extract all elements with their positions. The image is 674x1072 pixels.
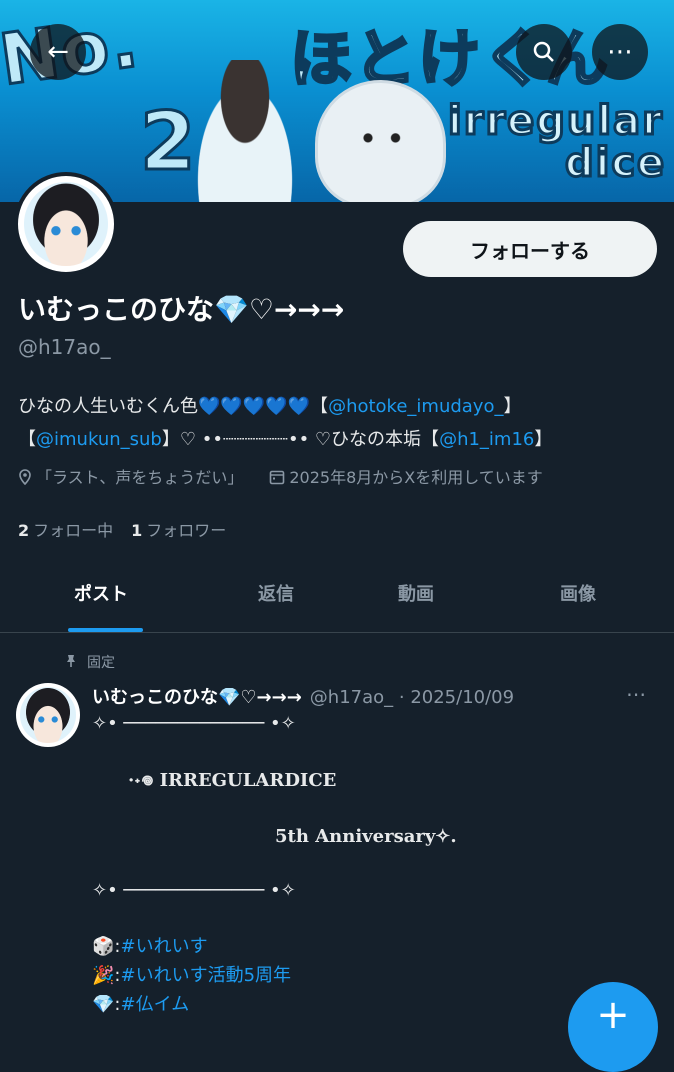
- banner-cat-illustration: [315, 80, 446, 202]
- location-text: 「ラスト、声をちょうだい」: [36, 468, 244, 487]
- more-options-button[interactable]: ⋯: [592, 24, 648, 80]
- location-pin-icon: [19, 469, 31, 486]
- pinned-label: 固定: [65, 652, 115, 672]
- pinned-text: 固定: [87, 655, 115, 671]
- bio-text: 】: [534, 429, 553, 450]
- followers-label: フォロワー: [146, 521, 227, 540]
- banner-person-illustration: [185, 60, 305, 202]
- post-author-meta[interactable]: @h17ao_ · 2025/10/09: [310, 687, 514, 708]
- post-hashtag-row: 🎲:#いれいす: [92, 932, 208, 958]
- display-name: いむっこのひな💎♡→→→: [18, 293, 345, 326]
- joined-info: 2025年8月からXを利用しています: [269, 464, 543, 488]
- following-label: フォロー中: [33, 521, 114, 540]
- post-header: いむっこのひな💎♡→→→ @h17ao_ · 2025/10/09: [92, 683, 514, 709]
- profile-bio: ひなの人生いむくん色💙💙💙💙💙【@hotoke_imudayo_】 【@imuk…: [18, 390, 658, 456]
- follow-counts: 2 フォロー中 1 フォロワー: [18, 517, 226, 541]
- hashtag-emoji: 🎉:: [92, 965, 121, 986]
- avatar-image: [20, 687, 76, 743]
- bio-text: 】: [503, 396, 522, 417]
- hashtag-emoji: 🎲:: [92, 936, 121, 957]
- hashtag-link[interactable]: #いれいす活動5周年: [120, 965, 291, 986]
- avatar-image: [24, 182, 108, 266]
- post-divider-line: ✧• ───────────── •✧: [92, 880, 296, 901]
- hashtag-link[interactable]: #仏イム: [120, 994, 189, 1015]
- compose-post-button[interactable]: +: [568, 982, 658, 1072]
- following-count: 2: [18, 521, 30, 540]
- calendar-icon: [270, 470, 285, 485]
- tab-images[interactable]: 画像: [560, 580, 596, 606]
- hashtag-link[interactable]: #いれいす: [120, 936, 207, 957]
- profile-avatar[interactable]: [14, 172, 118, 276]
- banner-text-dice: dice: [563, 139, 667, 188]
- bio-text: 】♡ ••┈┈┈┈┈┈•• ♡ひなの本垢【: [161, 429, 440, 450]
- pin-icon: [67, 655, 75, 667]
- tab-replies[interactable]: 返信: [258, 580, 294, 606]
- bio-mention-link[interactable]: @imukun_sub: [36, 429, 162, 450]
- bio-text: ひなの人生いむくん色💙💙💙💙💙【: [18, 396, 329, 417]
- post-anniversary-line: 5th Anniversary✧.: [275, 826, 457, 847]
- post-hashtag-row: 🎉:#いれいす活動5周年: [92, 961, 291, 987]
- tab-posts[interactable]: ポスト: [74, 580, 128, 606]
- banner-text-irregular: irregular: [447, 97, 664, 146]
- followers-count: 1: [131, 521, 143, 540]
- post-more-button[interactable]: ⋯: [626, 682, 646, 706]
- hashtag-emoji: 💎:: [92, 994, 121, 1015]
- bio-mention-link[interactable]: @h1_im16: [439, 429, 534, 450]
- post-author-avatar[interactable]: [16, 683, 80, 747]
- location-info: 「ラスト、声をちょうだい」: [18, 464, 243, 488]
- more-icon: ⋯: [626, 682, 646, 706]
- follow-button[interactable]: フォローする: [403, 221, 657, 277]
- bio-text: 【: [18, 429, 36, 450]
- tab-videos[interactable]: 動画: [398, 580, 434, 606]
- post-title-line: ·˖𖦹 IRREGULARDICE: [128, 770, 337, 791]
- following-link[interactable]: 2 フォロー中: [18, 517, 113, 541]
- search-icon: [533, 41, 554, 62]
- bio-mention-link[interactable]: @hotoke_imudayo_: [328, 396, 503, 417]
- profile-tabs: ポスト 返信 動画 画像: [0, 560, 674, 633]
- user-handle: @h17ao_: [18, 335, 111, 359]
- joined-text: 2025年8月からXを利用しています: [289, 468, 543, 487]
- back-arrow-icon: ←: [47, 37, 69, 67]
- more-icon: ⋯: [607, 37, 633, 67]
- post-divider-line: ✧• ───────────── •✧: [92, 713, 296, 734]
- post-author-name[interactable]: いむっこのひな💎♡→→→: [92, 687, 302, 708]
- plus-icon: +: [596, 992, 630, 1038]
- active-tab-indicator: [68, 628, 143, 632]
- back-button[interactable]: ←: [30, 24, 86, 80]
- profile-banner[interactable]: No. 2 ほとけくん irregular dice: [0, 0, 674, 202]
- profile-meta: 「ラスト、声をちょうだい」 2025年8月からXを利用しています: [18, 464, 543, 488]
- post-hashtag-row: 💎:#仏イム: [92, 990, 189, 1016]
- followers-link[interactable]: 1 フォロワー: [131, 517, 226, 541]
- search-button[interactable]: [516, 24, 572, 80]
